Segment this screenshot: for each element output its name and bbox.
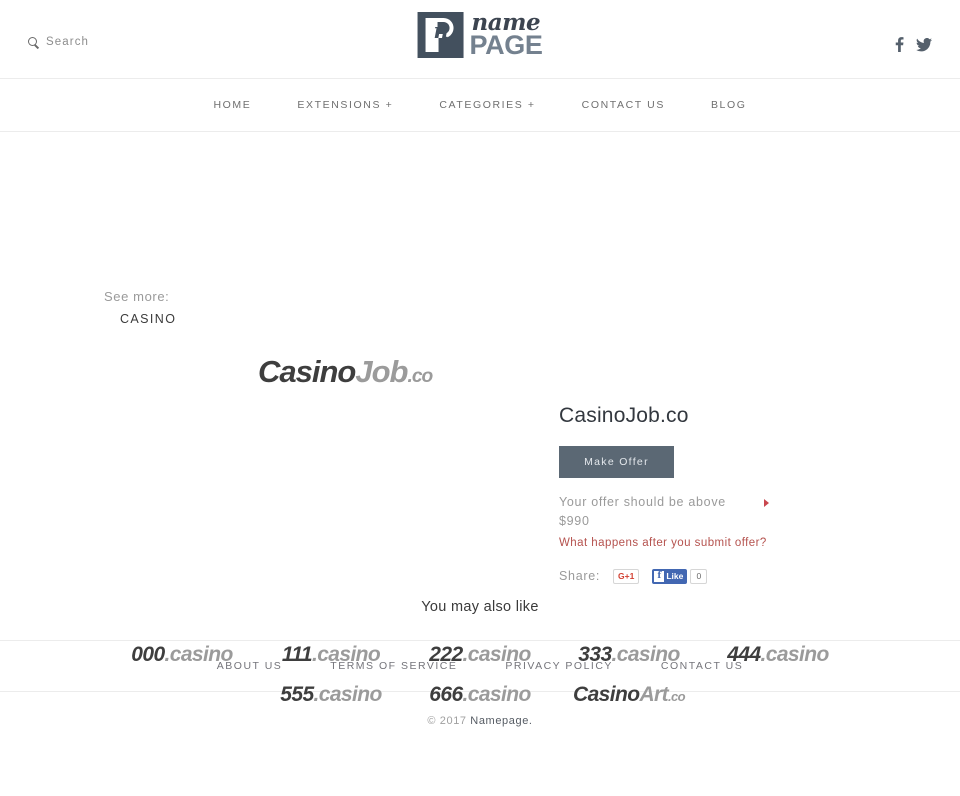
related-domain-primary: 666 bbox=[429, 683, 463, 706]
top-bar: Search n name PAGE bbox=[0, 0, 960, 79]
facebook-icon: f bbox=[654, 570, 665, 582]
nav-item-home[interactable]: HOME bbox=[190, 99, 274, 111]
search-icon bbox=[28, 36, 39, 48]
hero-domain-extension: .co bbox=[407, 366, 433, 387]
offer-note-row: Your offer should be above bbox=[559, 493, 769, 512]
related-domain-secondary: Art bbox=[639, 683, 668, 706]
also-like-row: 555.casino 666.casino CasinoArt.co bbox=[60, 675, 900, 715]
related-domain-secondary: .casino bbox=[164, 643, 234, 666]
copyright-brand: Namepage. bbox=[470, 715, 533, 727]
what-happens-link[interactable]: What happens after you submit offer? bbox=[559, 537, 859, 549]
related-domain-link[interactable]: 666.casino bbox=[406, 675, 555, 715]
facebook-like-button[interactable]: f Like bbox=[652, 568, 688, 584]
copyright-prefix: © 2017 bbox=[427, 715, 471, 727]
page-title: CasinoJob.co bbox=[559, 404, 689, 427]
logo-page-text: PAGE bbox=[469, 30, 543, 61]
related-domain-link[interactable]: 555.casino bbox=[257, 675, 406, 715]
social-links bbox=[895, 37, 932, 52]
hero-domain-primary: Casino bbox=[258, 354, 356, 389]
google-plus-share-button[interactable]: G+1 bbox=[613, 568, 640, 584]
related-domain-secondary: .casino bbox=[462, 643, 532, 666]
facebook-like-count: 0 bbox=[690, 568, 708, 584]
facebook-like-label: Like bbox=[666, 571, 684, 581]
related-domain-secondary: .casino bbox=[462, 683, 532, 706]
related-domain-secondary: .casino bbox=[611, 643, 681, 666]
related-domain-secondary: .casino bbox=[313, 683, 383, 706]
facebook-like-widget: f Like 0 bbox=[652, 568, 708, 584]
twitter-icon[interactable] bbox=[916, 37, 932, 52]
related-domain-primary: Casino bbox=[573, 683, 640, 706]
facebook-icon[interactable] bbox=[895, 37, 904, 52]
related-domain-primary: 111 bbox=[281, 643, 313, 666]
related-domain-link[interactable]: 222.casino bbox=[406, 635, 555, 675]
search-label: Search bbox=[46, 36, 90, 48]
share-label: Share: bbox=[559, 569, 601, 584]
also-like-heading: You may also like bbox=[421, 599, 539, 615]
related-domain-primary: 222 bbox=[429, 643, 463, 666]
site-logo[interactable]: n name PAGE bbox=[417, 11, 543, 61]
see-more-block: See more: CASINO bbox=[104, 285, 176, 329]
main-content: See more: CASINO CasinoJob.co CasinoJob.… bbox=[0, 132, 960, 706]
share-row: Share: G+1 f Like 0 bbox=[559, 568, 859, 584]
search-button[interactable]: Search bbox=[28, 36, 89, 48]
related-domain-primary: 555 bbox=[280, 683, 314, 706]
related-domain-link[interactable]: 444.casino bbox=[704, 635, 853, 675]
see-more-category-link[interactable]: CASINO bbox=[120, 310, 176, 329]
offer-minimum-price: $990 bbox=[559, 514, 590, 529]
nav-item-extensions[interactable]: EXTENSIONS + bbox=[274, 99, 416, 111]
related-domain-secondary: .casino bbox=[311, 643, 381, 666]
offer-minimum-note: Your offer should be above bbox=[559, 495, 726, 509]
related-domain-link[interactable]: CasinoArt.co bbox=[555, 675, 704, 715]
related-domain-link[interactable]: 111.casino bbox=[257, 635, 406, 675]
also-like-row: 000.casino 111.casino 222.casino 333.cas… bbox=[60, 635, 900, 675]
related-domain-extension: .co bbox=[667, 689, 686, 704]
nav-item-blog[interactable]: BLOG bbox=[688, 99, 770, 111]
main-navigation: HOME EXTENSIONS + CATEGORIES + CONTACT U… bbox=[0, 79, 960, 132]
offer-panel: CasinoJob.co Make Offer Your offer shoul… bbox=[559, 404, 859, 584]
related-domain-link[interactable]: 333.casino bbox=[555, 635, 704, 675]
related-domain-primary: 333 bbox=[578, 643, 612, 666]
logo-mark-icon: n bbox=[417, 12, 464, 58]
arrow-right-icon[interactable] bbox=[764, 498, 769, 507]
also-like-grid: 000.casino 111.casino 222.casino 333.cas… bbox=[60, 635, 900, 715]
related-domain-link[interactable]: 000.casino bbox=[108, 635, 257, 675]
related-domain-primary: 444 bbox=[727, 643, 761, 666]
see-more-label: See more: bbox=[104, 289, 170, 304]
logo-mark-letter: n bbox=[433, 18, 449, 43]
related-domain-primary: 000 bbox=[131, 643, 165, 666]
hero-domain-secondary: Job bbox=[355, 354, 408, 389]
domain-hero-logo: CasinoJob.co bbox=[258, 354, 433, 390]
related-domain-secondary: .casino bbox=[760, 643, 830, 666]
nav-item-contact-us[interactable]: CONTACT US bbox=[559, 99, 688, 111]
nav-item-categories[interactable]: CATEGORIES + bbox=[416, 99, 558, 111]
make-offer-button[interactable]: Make Offer bbox=[559, 446, 674, 478]
